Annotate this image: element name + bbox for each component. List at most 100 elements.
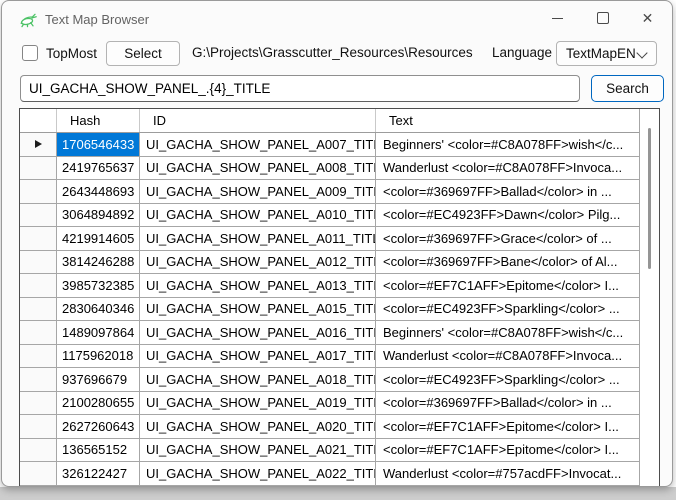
hash-cell[interactable]: 2830640346: [57, 298, 140, 321]
id-cell[interactable]: UI_GACHA_SHOW_PANEL_A017_TITLE: [140, 345, 376, 368]
hash-cell[interactable]: 1706546433: [57, 133, 140, 156]
row-selector-cell[interactable]: [20, 251, 57, 274]
table-row[interactable]: 136565152 UI_GACHA_SHOW_PANEL_A021_TITLE…: [20, 439, 639, 463]
title-bar[interactable]: Text Map Browser ✕: [2, 1, 672, 37]
minimize-icon: [552, 18, 563, 19]
id-cell[interactable]: UI_GACHA_SHOW_PANEL_A009_TITLE: [140, 180, 376, 203]
id-cell[interactable]: UI_GACHA_SHOW_PANEL_A020_TITLE: [140, 415, 376, 438]
text-cell[interactable]: Beginners' <color=#C8A078FF>wish</c...: [376, 133, 639, 156]
hash-cell[interactable]: 3814246288: [57, 251, 140, 274]
text-cell[interactable]: <color=#369697FF>Bane</color> of Al...: [376, 251, 639, 274]
hash-cell[interactable]: [57, 486, 140, 488]
table-row[interactable]: 326122427 UI_GACHA_SHOW_PANEL_A022_TITLE…: [20, 462, 639, 486]
row-selector-cell[interactable]: [20, 180, 57, 203]
text-cell[interactable]: Wanderlust <color=#C8A078FF>Invoca...: [376, 345, 639, 368]
row-selector-cell[interactable]: [20, 157, 57, 180]
table-row[interactable]: 3985732385 UI_GACHA_SHOW_PANEL_A013_TITL…: [20, 274, 639, 298]
text-cell[interactable]: Beginners' <color=#C8A078FF>wish</c...: [376, 321, 639, 344]
hash-cell[interactable]: 4219914605: [57, 227, 140, 250]
text-cell[interactable]: Wanderlust <color=#757acdFF>Invocat...: [376, 486, 639, 488]
table-row[interactable]: 1175962018 UI_GACHA_SHOW_PANEL_A017_TITL…: [20, 345, 639, 369]
table-row[interactable]: 3064894892 UI_GACHA_SHOW_PANEL_A010_TITL…: [20, 204, 639, 228]
table-row[interactable]: 2627260643 UI_GACHA_SHOW_PANEL_A020_TITL…: [20, 415, 639, 439]
row-selector-cell[interactable]: [20, 133, 57, 156]
row-selector-cell[interactable]: [20, 392, 57, 415]
table-row[interactable]: 2830640346 UI_GACHA_SHOW_PANEL_A015_TITL…: [20, 298, 639, 322]
id-cell[interactable]: UI_GACHA_SHOW_PANEL_A019_TITLE: [140, 392, 376, 415]
hash-cell[interactable]: 2643448693: [57, 180, 140, 203]
hash-cell[interactable]: 136565152: [57, 439, 140, 462]
toolbar: TopMost Select G:\Projects\Grasscutter_R…: [2, 41, 672, 71]
hash-cell[interactable]: 2419765637: [57, 157, 140, 180]
hash-cell[interactable]: 937696679: [57, 368, 140, 391]
grid-corner-header[interactable]: [20, 109, 57, 132]
text-cell[interactable]: <color=#EF7C1AFF>Epitome</color> I...: [376, 439, 639, 462]
language-dropdown[interactable]: TextMapEN: [556, 41, 657, 66]
id-cell[interactable]: UI_GACHA_SHOW_PANEL_A022_TITLE: [140, 462, 376, 485]
table-row[interactable]: 2100280655 UI_GACHA_SHOW_PANEL_A019_TITL…: [20, 392, 639, 416]
row-selector-cell[interactable]: [20, 227, 57, 250]
text-cell[interactable]: <color=#369697FF>Ballad</color> in ...: [376, 392, 639, 415]
id-cell[interactable]: UI_GACHA_SHOW_PANEL_A007_TITLE: [140, 133, 376, 156]
search-input[interactable]: [20, 75, 580, 102]
id-cell[interactable]: UI_GACHA_SHOW_PANEL_A008_TITLE: [140, 157, 376, 180]
hash-cell[interactable]: 1175962018: [57, 345, 140, 368]
maximize-button[interactable]: [580, 1, 625, 35]
hash-cell[interactable]: 1489097864: [57, 321, 140, 344]
column-header-id[interactable]: ID: [140, 109, 376, 132]
table-row[interactable]: 3814246288 UI_GACHA_SHOW_PANEL_A012_TITL…: [20, 251, 639, 275]
hash-cell[interactable]: 3985732385: [57, 274, 140, 297]
select-button[interactable]: Select: [106, 41, 180, 66]
vertical-scrollbar[interactable]: [639, 109, 659, 487]
scrollbar-thumb[interactable]: [648, 128, 651, 269]
row-selector-cell[interactable]: [20, 345, 57, 368]
id-cell[interactable]: UI_GACHA_SHOW_PANEL_A016_TITLE: [140, 321, 376, 344]
id-cell[interactable]: UI_GACHA_SHOW_PANEL_A010_TITLE: [140, 204, 376, 227]
id-cell[interactable]: UI_GACHA_SHOW_PANEL_A011_TITLE: [140, 227, 376, 250]
text-cell[interactable]: <color=#EC4923FF>Dawn</color> Pilg...: [376, 204, 639, 227]
id-cell[interactable]: [140, 486, 376, 488]
chevron-down-icon: [636, 47, 647, 58]
id-cell[interactable]: UI_GACHA_SHOW_PANEL_A015_TITLE: [140, 298, 376, 321]
table-row-partial[interactable]: Wanderlust <color=#757acdFF>Invocat...: [20, 486, 639, 488]
text-cell[interactable]: <color=#369697FF>Grace</color> of ...: [376, 227, 639, 250]
row-selector-cell[interactable]: [20, 298, 57, 321]
text-cell[interactable]: <color=#EF7C1AFF>Epitome</color> I...: [376, 274, 639, 297]
id-cell[interactable]: UI_GACHA_SHOW_PANEL_A018_TITLE: [140, 368, 376, 391]
table-row[interactable]: 1489097864 UI_GACHA_SHOW_PANEL_A016_TITL…: [20, 321, 639, 345]
text-cell[interactable]: Wanderlust <color=#757acdFF>Invocat...: [376, 462, 639, 485]
text-cell[interactable]: <color=#EC4923FF>Sparkling</color> ...: [376, 298, 639, 321]
row-selector-cell[interactable]: [20, 204, 57, 227]
id-cell[interactable]: UI_GACHA_SHOW_PANEL_A021_TITLE: [140, 439, 376, 462]
table-row[interactable]: 4219914605 UI_GACHA_SHOW_PANEL_A011_TITL…: [20, 227, 639, 251]
hash-cell[interactable]: 3064894892: [57, 204, 140, 227]
text-cell[interactable]: <color=#369697FF>Ballad</color> in ...: [376, 180, 639, 203]
hash-cell[interactable]: 326122427: [57, 462, 140, 485]
text-cell[interactable]: Wanderlust <color=#C8A078FF>Invoca...: [376, 157, 639, 180]
row-selector-cell[interactable]: [20, 368, 57, 391]
topmost-checkbox-group[interactable]: TopMost: [22, 45, 97, 61]
row-selector-cell[interactable]: [20, 274, 57, 297]
id-cell[interactable]: UI_GACHA_SHOW_PANEL_A013_TITLE: [140, 274, 376, 297]
table-row[interactable]: 937696679 UI_GACHA_SHOW_PANEL_A018_TITLE…: [20, 368, 639, 392]
id-cell[interactable]: UI_GACHA_SHOW_PANEL_A012_TITLE: [140, 251, 376, 274]
table-row[interactable]: 1706546433 UI_GACHA_SHOW_PANEL_A007_TITL…: [20, 133, 639, 157]
table-row[interactable]: 2643448693 UI_GACHA_SHOW_PANEL_A009_TITL…: [20, 180, 639, 204]
window-controls: ✕: [535, 1, 670, 37]
row-selector-cell[interactable]: [20, 439, 57, 462]
column-header-text[interactable]: Text: [376, 109, 639, 132]
row-selector-cell[interactable]: [20, 462, 57, 485]
text-cell[interactable]: <color=#EC4923FF>Sparkling</color> ...: [376, 368, 639, 391]
hash-cell[interactable]: 2627260643: [57, 415, 140, 438]
row-selector-cell[interactable]: [20, 415, 57, 438]
minimize-button[interactable]: [535, 1, 580, 35]
row-selector-cell[interactable]: [20, 321, 57, 344]
close-button[interactable]: ✕: [625, 1, 670, 35]
search-button[interactable]: Search: [591, 75, 664, 102]
hash-cell[interactable]: 2100280655: [57, 392, 140, 415]
text-cell[interactable]: <color=#EF7C1AFF>Epitome</color> I...: [376, 415, 639, 438]
column-header-hash[interactable]: Hash: [57, 109, 140, 132]
table-row[interactable]: 2419765637 UI_GACHA_SHOW_PANEL_A008_TITL…: [20, 157, 639, 181]
topmost-checkbox[interactable]: [22, 45, 38, 61]
row-selector-cell[interactable]: [20, 486, 57, 488]
